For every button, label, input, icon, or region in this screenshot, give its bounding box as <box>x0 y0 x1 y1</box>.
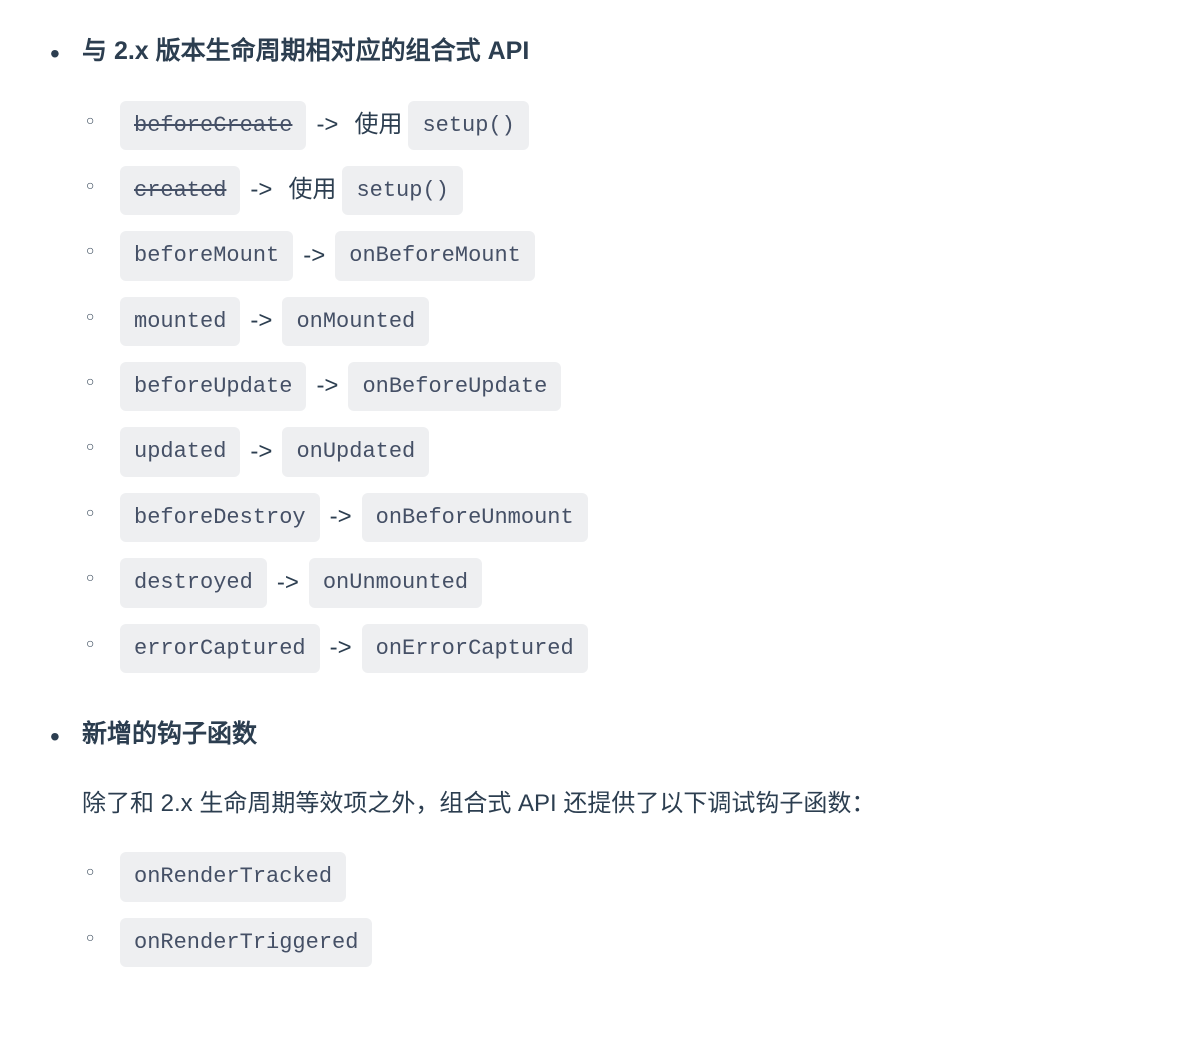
arrow-text: -> <box>250 301 272 342</box>
new-lifecycle-code: onUnmounted <box>309 558 482 607</box>
old-lifecycle-code: beforeCreate <box>120 101 306 150</box>
hook-item: onRenderTracked <box>120 852 1141 901</box>
new-hooks-list: onRenderTracked onRenderTriggered <box>82 852 1141 967</box>
lifecycle-item: created-> 使用setup() <box>120 166 1141 215</box>
arrow-text: -> <box>277 563 299 604</box>
content-list: 与 2.x 版本生命周期相对应的组合式 API beforeCreate->使用… <box>50 30 1141 967</box>
arrow-text: -> <box>316 105 338 146</box>
lifecycle-item: beforeDestroy->onBeforeUnmount <box>120 493 1141 542</box>
lifecycle-item: errorCaptured->onErrorCaptured <box>120 624 1141 673</box>
old-lifecycle-code: errorCaptured <box>120 624 320 673</box>
old-lifecycle-code: beforeMount <box>120 231 293 280</box>
new-lifecycle-code: setup() <box>408 101 528 150</box>
lifecycle-item: beforeMount->onBeforeMount <box>120 231 1141 280</box>
arrow-text: -> <box>330 497 352 538</box>
new-lifecycle-code: onBeforeMount <box>335 231 535 280</box>
old-lifecycle-code: mounted <box>120 297 240 346</box>
section-heading: 与 2.x 版本生命周期相对应的组合式 API <box>82 30 1141 73</box>
arrow-text: -> <box>316 366 338 407</box>
section-heading: 新增的钩子函数 <box>82 713 1141 756</box>
new-lifecycle-code: onUpdated <box>282 427 429 476</box>
arrow-text: -> <box>250 170 272 211</box>
arrow-text: -> <box>250 432 272 473</box>
lifecycle-item: destroyed->onUnmounted <box>120 558 1141 607</box>
new-lifecycle-code: onBeforeUpdate <box>348 362 561 411</box>
lifecycle-mapping-list: beforeCreate->使用setup()created->使用setup(… <box>82 101 1141 674</box>
hook-code: onRenderTracked <box>120 852 346 901</box>
arrow-text: -> <box>303 236 325 277</box>
section-description: 除了和 2.x 生命周期等效项之外，组合式 API 还提供了以下调试钩子函数： <box>82 784 1141 825</box>
old-lifecycle-code: updated <box>120 427 240 476</box>
lifecycle-item: beforeCreate-> 使用setup() <box>120 101 1141 150</box>
section-lifecycle-mapping: 与 2.x 版本生命周期相对应的组合式 API beforeCreate->使用… <box>50 30 1141 673</box>
hook-item: onRenderTriggered <box>120 918 1141 967</box>
section-new-hooks: 新增的钩子函数 除了和 2.x 生命周期等效项之外，组合式 API 还提供了以下… <box>50 713 1141 967</box>
old-lifecycle-code: beforeDestroy <box>120 493 320 542</box>
old-lifecycle-code: beforeUpdate <box>120 362 306 411</box>
lifecycle-item: beforeUpdate->onBeforeUpdate <box>120 362 1141 411</box>
hook-code: onRenderTriggered <box>120 918 372 967</box>
use-label: 使用 <box>288 170 336 211</box>
lifecycle-item: mounted->onMounted <box>120 297 1141 346</box>
lifecycle-item: updated->onUpdated <box>120 427 1141 476</box>
new-lifecycle-code: onErrorCaptured <box>362 624 588 673</box>
old-lifecycle-code: created <box>120 166 240 215</box>
new-lifecycle-code: setup() <box>342 166 462 215</box>
use-label: 使用 <box>354 105 402 146</box>
old-lifecycle-code: destroyed <box>120 558 267 607</box>
new-lifecycle-code: onBeforeUnmount <box>362 493 588 542</box>
new-lifecycle-code: onMounted <box>282 297 429 346</box>
arrow-text: -> <box>330 628 352 669</box>
